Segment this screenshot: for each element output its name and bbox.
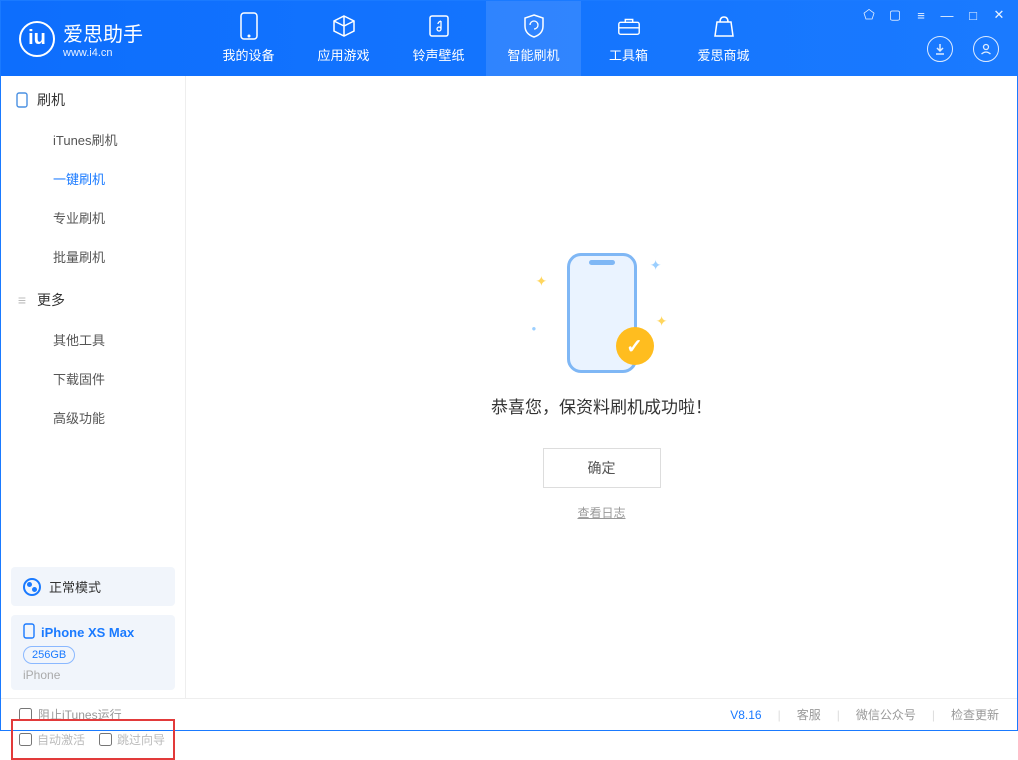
device-panel[interactable]: iPhone XS Max 256GB iPhone — [11, 615, 175, 690]
check-badge-icon: ✓ — [616, 327, 654, 365]
sparkle-icon: ✦ — [536, 273, 548, 290]
sparkle-icon: ✦ — [650, 257, 662, 274]
app-url: www.i4.cn — [63, 47, 143, 59]
sparkle-icon: ✦ — [656, 313, 668, 330]
sidebar-item-batch-flash[interactable]: 批量刷机 — [1, 237, 185, 276]
app-name: 爱思助手 — [63, 18, 143, 47]
tab-toolbox[interactable]: 工具箱 — [581, 1, 676, 76]
close-icon[interactable]: ✕ — [991, 7, 1007, 23]
tab-label: 智能刷机 — [507, 45, 559, 64]
tab-my-device[interactable]: 我的设备 — [201, 1, 296, 76]
minimize-icon[interactable]: — — [939, 7, 955, 23]
sidebar-item-itunes-flash[interactable]: iTunes刷机 — [1, 120, 185, 159]
tab-apps-games[interactable]: 应用游戏 — [296, 1, 391, 76]
nav-tabs: 我的设备 应用游戏 铃声壁纸 智能刷机 工具箱 爱思商城 — [201, 1, 771, 76]
bag-icon — [711, 13, 737, 39]
main-content: ✦ ✦ ● ✦ ✓ 恭喜您，保资料刷机成功啦！ 确定 查看日志 — [186, 76, 1017, 698]
phone-icon — [236, 13, 262, 39]
sidebar-item-other-tools[interactable]: 其他工具 — [1, 320, 185, 359]
sidebar-item-advanced[interactable]: 高级功能 — [1, 398, 185, 437]
device-type: iPhone — [23, 668, 163, 682]
sidebar-options-highlighted: 自动激活 跳过向导 — [11, 719, 175, 760]
cube-icon — [331, 13, 357, 39]
shield-refresh-icon — [521, 13, 547, 39]
success-message: 恭喜您，保资料刷机成功啦！ — [491, 393, 712, 418]
tab-ringtone-wallpaper[interactable]: 铃声壁纸 — [391, 1, 486, 76]
device-name: iPhone XS Max — [41, 625, 134, 640]
tab-label: 爱思商城 — [697, 45, 749, 64]
toolbox-icon — [616, 13, 642, 39]
wechat-link[interactable]: 微信公众号 — [856, 706, 916, 723]
box-icon[interactable]: ▢ — [887, 7, 903, 23]
user-icon[interactable] — [973, 36, 999, 62]
list-icon: ≡ — [15, 293, 29, 307]
auto-activate-checkbox[interactable]: 自动激活 — [19, 731, 85, 748]
tab-label: 铃声壁纸 — [412, 45, 464, 64]
phone-small-icon — [23, 623, 35, 642]
success-illustration: ✦ ✦ ● ✦ ✓ — [542, 253, 662, 373]
tab-store[interactable]: 爱思商城 — [676, 1, 771, 76]
tab-smart-flash[interactable]: 智能刷机 — [486, 1, 581, 76]
check-update-link[interactable]: 检查更新 — [951, 706, 999, 723]
ok-button[interactable]: 确定 — [543, 448, 661, 488]
normal-mode-icon — [23, 578, 41, 596]
version-label: V8.16 — [730, 708, 761, 722]
section-flash: 刷机 — [1, 76, 185, 120]
sidebar-item-download-firmware[interactable]: 下载固件 — [1, 359, 185, 398]
view-log-link[interactable]: 查看日志 — [577, 504, 625, 521]
logo-icon: iu — [19, 21, 55, 57]
sparkle-icon: ● — [532, 324, 537, 333]
header: iu 爱思助手 www.i4.cn 我的设备 应用游戏 铃声壁纸 智能刷机 工具… — [1, 1, 1017, 76]
tab-label: 我的设备 — [222, 45, 274, 64]
window-controls: ⬠ ▢ ≡ — □ ✕ — [861, 7, 1007, 23]
device-storage: 256GB — [23, 646, 75, 664]
header-icons — [927, 36, 999, 62]
logo-area[interactable]: iu 爱思助手 www.i4.cn — [1, 18, 201, 59]
device-icon — [15, 93, 29, 107]
shirt-icon[interactable]: ⬠ — [861, 7, 877, 23]
maximize-icon[interactable]: □ — [965, 7, 981, 23]
music-note-icon — [426, 13, 452, 39]
tab-label: 应用游戏 — [317, 45, 369, 64]
sidebar: 刷机 iTunes刷机 一键刷机 专业刷机 批量刷机 ≡ 更多 其他工具 下载固… — [1, 76, 186, 698]
tab-label: 工具箱 — [609, 45, 648, 64]
support-link[interactable]: 客服 — [797, 706, 821, 723]
sidebar-item-pro-flash[interactable]: 专业刷机 — [1, 198, 185, 237]
section-more: ≡ 更多 — [1, 276, 185, 320]
mode-panel[interactable]: 正常模式 — [11, 567, 175, 606]
sidebar-item-oneclick-flash[interactable]: 一键刷机 — [1, 159, 185, 198]
download-icon[interactable] — [927, 36, 953, 62]
menu-icon[interactable]: ≡ — [913, 7, 929, 23]
mode-label: 正常模式 — [49, 577, 101, 596]
skip-wizard-checkbox[interactable]: 跳过向导 — [99, 731, 165, 748]
